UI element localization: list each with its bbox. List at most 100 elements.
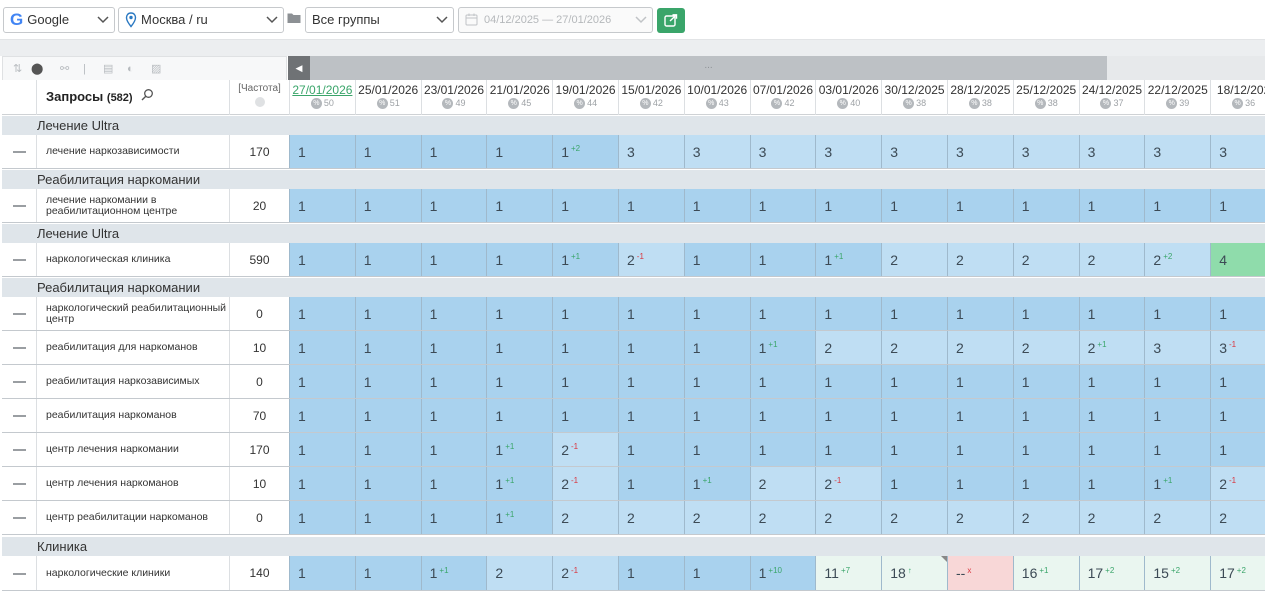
- position-cell[interactable]: 1 +1: [1144, 467, 1211, 500]
- position-cell[interactable]: 1: [1210, 189, 1265, 222]
- position-cell[interactable]: 1: [420, 467, 487, 500]
- position-cell[interactable]: 1: [1078, 467, 1145, 500]
- date-column-header[interactable]: 23/01/2026% 49: [420, 80, 487, 115]
- image-icon[interactable]: ▨: [151, 63, 161, 75]
- scroll-thumb[interactable]: ...: [310, 56, 1107, 80]
- query-text[interactable]: реабилитация наркозависимых: [36, 365, 229, 398]
- search-icon[interactable]: [141, 88, 154, 101]
- position-cell[interactable]: 1: [354, 243, 421, 276]
- position-cell[interactable]: 1: [420, 297, 487, 330]
- position-cell[interactable]: 1: [683, 399, 750, 432]
- position-cell[interactable]: 3: [947, 135, 1013, 168]
- date-column-header[interactable]: 07/01/2026% 42: [749, 80, 816, 115]
- position-cell[interactable]: 2 -1: [552, 467, 618, 500]
- position-cell[interactable]: 1: [618, 297, 684, 330]
- position-cell[interactable]: 1: [683, 365, 750, 398]
- position-cell[interactable]: 2: [1144, 501, 1211, 534]
- group-select[interactable]: Все группы: [305, 7, 454, 33]
- date-column-header[interactable]: 22/12/2025% 39: [1144, 80, 1210, 115]
- date-column-header[interactable]: 19/01/2026% 44: [552, 80, 618, 115]
- position-cell[interactable]: 2: [881, 501, 947, 534]
- date-column-header[interactable]: 10/01/2026% 43: [683, 80, 750, 115]
- position-cell[interactable]: 1: [618, 365, 684, 398]
- query-text[interactable]: центр реабилитации наркоманов: [36, 501, 229, 534]
- position-cell[interactable]: 15 +2: [1144, 556, 1211, 590]
- frequency-header[interactable]: [Частота]: [229, 80, 289, 115]
- position-cell[interactable]: 1: [354, 331, 421, 364]
- position-cell[interactable]: 17 +2: [1210, 556, 1265, 590]
- position-cell[interactable]: 1: [881, 433, 947, 466]
- position-cell[interactable]: 1: [815, 189, 882, 222]
- position-cell[interactable]: 1 +10: [749, 556, 816, 590]
- position-cell[interactable]: 1: [354, 433, 421, 466]
- date-column-header[interactable]: 18/12/202% 36: [1210, 80, 1265, 115]
- position-cell[interactable]: 1: [420, 331, 487, 364]
- position-cell[interactable]: 2: [618, 501, 684, 534]
- scroll-left-button[interactable]: ◀: [288, 56, 310, 80]
- queries-header[interactable]: Запросы (582): [36, 80, 229, 115]
- position-cell[interactable]: 1: [289, 189, 355, 222]
- position-cell[interactable]: 17 +2: [1078, 556, 1145, 590]
- chart-icon[interactable]: ▤: [103, 63, 113, 75]
- position-cell[interactable]: 2: [1012, 501, 1079, 534]
- date-column-header[interactable]: 28/12/2025% 38: [947, 80, 1013, 115]
- position-cell[interactable]: 1: [1078, 189, 1145, 222]
- date-column-header[interactable]: 25/01/2026% 51: [354, 80, 421, 115]
- date-column-header[interactable]: 15/01/2026% 42: [618, 80, 684, 115]
- position-cell[interactable]: 1: [1210, 399, 1265, 432]
- position-cell[interactable]: 1: [815, 433, 882, 466]
- contrast-icon[interactable]: ◐: [127, 63, 134, 75]
- position-cell[interactable]: 1: [552, 399, 618, 432]
- position-cell[interactable]: 1: [289, 135, 355, 168]
- position-cell[interactable]: 1 +2: [552, 135, 618, 168]
- query-text[interactable]: центр лечения наркоманов: [36, 467, 229, 500]
- position-cell[interactable]: 2 -1: [552, 433, 618, 466]
- position-cell[interactable]: 2: [749, 467, 816, 500]
- position-cell[interactable]: 1: [749, 433, 816, 466]
- position-cell[interactable]: 2 +2: [1144, 243, 1211, 276]
- position-cell[interactable]: 1: [618, 399, 684, 432]
- position-cell[interactable]: 1: [354, 467, 421, 500]
- position-cell[interactable]: 1 +1: [486, 501, 553, 534]
- toggle-icon[interactable]: ⬤: [31, 63, 43, 75]
- position-cell[interactable]: 1: [1078, 365, 1145, 398]
- position-cell[interactable]: 2 -1: [552, 556, 618, 590]
- position-cell[interactable]: 1: [486, 189, 553, 222]
- position-cell[interactable]: 1: [354, 189, 421, 222]
- position-cell[interactable]: 1: [289, 399, 355, 432]
- position-cell[interactable]: 3: [1144, 331, 1211, 364]
- remove-icon[interactable]: [13, 151, 26, 153]
- position-cell[interactable]: 1: [486, 243, 553, 276]
- position-cell[interactable]: 3: [618, 135, 684, 168]
- position-cell[interactable]: 1: [881, 189, 947, 222]
- position-cell[interactable]: 1: [683, 243, 750, 276]
- position-cell[interactable]: 1: [947, 467, 1013, 500]
- position-cell[interactable]: 1: [683, 556, 750, 590]
- position-cell[interactable]: 1: [420, 243, 487, 276]
- position-cell[interactable]: 1: [618, 467, 684, 500]
- remove-icon[interactable]: [13, 415, 26, 417]
- remove-icon[interactable]: [13, 517, 26, 519]
- position-cell[interactable]: 1: [1144, 433, 1211, 466]
- remove-icon[interactable]: [13, 483, 26, 485]
- date-column-header[interactable]: 25/12/2025% 38: [1012, 80, 1079, 115]
- position-cell[interactable]: 2: [881, 243, 947, 276]
- position-cell[interactable]: 1: [1078, 433, 1145, 466]
- position-cell[interactable]: 2 -1: [815, 467, 882, 500]
- position-cell[interactable]: 1: [486, 365, 553, 398]
- position-cell[interactable]: 2: [947, 243, 1013, 276]
- position-cell[interactable]: 1: [486, 135, 553, 168]
- date-column-header[interactable]: 27/01/2026% 50: [289, 80, 355, 115]
- position-cell[interactable]: 1: [486, 399, 553, 432]
- position-cell[interactable]: 1: [1144, 189, 1211, 222]
- position-cell[interactable]: 3: [1078, 135, 1145, 168]
- position-cell[interactable]: 1 +1: [486, 467, 553, 500]
- position-cell[interactable]: 1: [354, 297, 421, 330]
- position-cell[interactable]: 1: [1012, 433, 1079, 466]
- position-cell[interactable]: 3: [749, 135, 816, 168]
- position-cell[interactable]: 1: [420, 433, 487, 466]
- position-cell[interactable]: 1: [552, 331, 618, 364]
- position-cell[interactable]: 1: [289, 556, 355, 590]
- remove-icon[interactable]: [13, 449, 26, 451]
- position-cell[interactable]: 3: [1012, 135, 1079, 168]
